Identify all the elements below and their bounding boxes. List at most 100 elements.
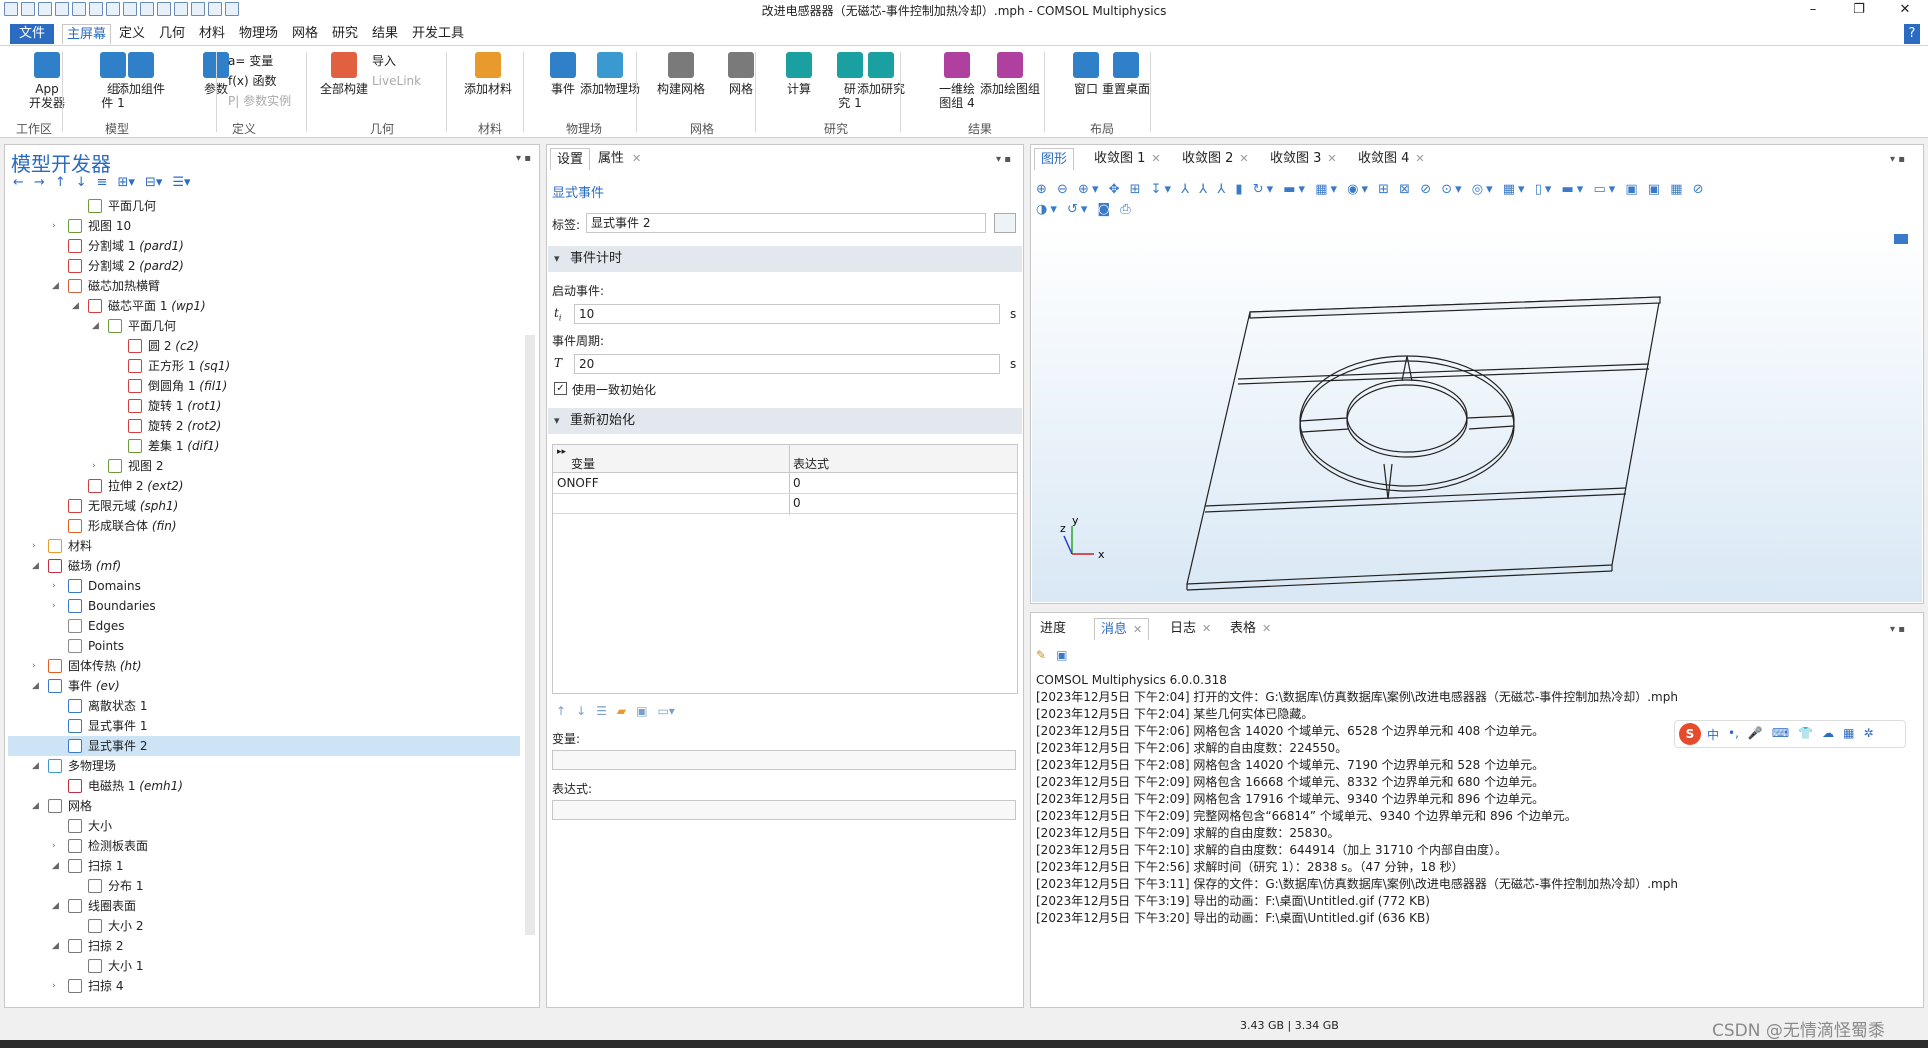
graphics-tab-2[interactable]: 收敛图 2 ✕	[1176, 148, 1255, 170]
tree-node[interactable]: Points	[8, 636, 520, 656]
ime-item[interactable]: ▦	[1843, 726, 1854, 743]
start-event-input[interactable]: 10	[574, 304, 1000, 324]
tree-node[interactable]: › 材料	[8, 536, 520, 556]
graphics-tab-0[interactable]: 图形	[1034, 148, 1075, 170]
tree-node[interactable]: 显式事件 1	[8, 716, 520, 736]
tree-node[interactable]: 旋转 1 (rot1)	[8, 396, 520, 416]
menu-0[interactable]: 主屏幕	[62, 24, 112, 44]
copy-messages-icon[interactable]: ▣	[1056, 648, 1067, 662]
expand-toggle-icon[interactable]: ◢	[52, 276, 62, 296]
forward-arrow-icon[interactable]: →	[34, 175, 45, 190]
tree-node[interactable]: › 视图 10	[8, 216, 520, 236]
tree-node[interactable]: ◢ 磁芯平面 1 (wp1)	[8, 296, 520, 316]
menu-8[interactable]: 开发工具	[408, 24, 468, 44]
expand-toggle-icon[interactable]: ◢	[72, 296, 82, 316]
tree-node[interactable]: › 固体传热 (ht)	[8, 656, 520, 676]
ribbon-button-5[interactable]: 添加材料	[462, 52, 514, 96]
menu-1[interactable]: 定义	[115, 24, 149, 44]
tree-node[interactable]: Edges	[8, 616, 520, 636]
tree-node[interactable]: ◢ 平面几何	[8, 316, 520, 336]
close-tab-icon[interactable]: ✕	[1239, 152, 1248, 165]
graphics-toolbar[interactable]: ⊕ ⊖ ⊕▾ ✥ ⊞ ↧▾ ⅄ ⅄ ⅄ ▮ ↻▾ ▬▾ ▦▾ ◉▾ ⊞ ⊠ ⊘ …	[1036, 180, 1916, 224]
ribbon-small-button-3[interactable]: 导入	[372, 54, 396, 68]
tree-node[interactable]: 正方形 1 (sq1)	[8, 356, 520, 376]
close-window-button[interactable]: ✕	[1882, 0, 1928, 20]
ribbon-button-4[interactable]: 全部构建	[318, 52, 370, 96]
ribbon-button-2[interactable]: 添加组件	[115, 52, 167, 96]
show-icon[interactable]: ☰▾	[172, 175, 190, 190]
ime-item[interactable]: 🎤	[1748, 726, 1763, 743]
move-down-icon[interactable]: ↓	[576, 704, 586, 718]
tree-node[interactable]: 大小	[8, 816, 520, 836]
ribbon-button-16[interactable]: 重置桌面	[1100, 52, 1152, 96]
label-input[interactable]: 显式事件 2	[586, 213, 986, 233]
expand-toggle-icon[interactable]: ›	[52, 596, 62, 616]
ime-item[interactable]: 中	[1707, 726, 1719, 743]
expand-toggle-icon[interactable]: ›	[92, 456, 102, 476]
ribbon-button-0[interactable]: App 开发器	[12, 52, 82, 110]
tree-node[interactable]: 大小 2	[8, 916, 520, 936]
tree-node[interactable]: ◢ 扫掠 2	[8, 936, 520, 956]
file-menu[interactable]: 文件	[10, 24, 54, 44]
menu-5[interactable]: 网格	[288, 24, 322, 44]
tree-node[interactable]: ◢ 磁芯加热横臂	[8, 276, 520, 296]
tree-node[interactable]: 差集 1 (dif1)	[8, 436, 520, 456]
tree-node[interactable]: ◢ 网格	[8, 796, 520, 816]
consistent-init-checkbox[interactable]: ✓	[554, 382, 567, 395]
expand-toggle-icon[interactable]: ◢	[52, 856, 62, 876]
save-file-icon[interactable]: ▣	[636, 704, 647, 718]
expand-toggle-icon[interactable]: ◢	[32, 556, 42, 576]
close-tab-icon[interactable]: ✕	[1262, 622, 1271, 635]
table-cell[interactable]: 0	[793, 476, 801, 490]
down-arrow-icon[interactable]: ↓	[76, 175, 87, 190]
orientation-icon[interactable]	[1894, 234, 1908, 244]
restore-button[interactable]: ❐	[1836, 0, 1882, 20]
menu-7[interactable]: 结果	[368, 24, 402, 44]
ribbon-small-button-1[interactable]: f(x) 函数	[228, 74, 277, 88]
expand-icon[interactable]: ⊞▾	[118, 175, 135, 190]
expand-toggle-icon[interactable]: ›	[32, 536, 42, 556]
ribbon-button-7[interactable]: 添加物理场	[575, 52, 645, 96]
minimize-button[interactable]: –	[1790, 0, 1836, 20]
tree-node[interactable]: 圆 2 (c2)	[8, 336, 520, 356]
messages-tab-1[interactable]: 消息 ✕	[1094, 618, 1150, 640]
ribbon-button-9[interactable]: 网格	[715, 52, 767, 96]
tree-node[interactable]: 大小 1	[8, 956, 520, 976]
tree-node[interactable]: › 扫掠 4	[8, 976, 520, 996]
ime-toolbar[interactable]: S 中 •, 🎤 ⌨ 👕 ☁ ▦ ✲	[1674, 720, 1906, 748]
ime-item[interactable]: ⌨	[1772, 726, 1789, 743]
messages-tab-3[interactable]: 表格 ✕	[1224, 618, 1277, 640]
panel-menu-icon[interactable]: ▾ ▪	[1890, 624, 1905, 635]
close-tab-icon[interactable]: ✕	[632, 152, 641, 165]
ime-logo[interactable]: S	[1679, 723, 1701, 745]
panel-menu-icon[interactable]: ▾ ▪	[996, 154, 1011, 165]
more-icon[interactable]: ▭▾	[657, 704, 674, 718]
close-tab-icon[interactable]: ✕	[1151, 152, 1160, 165]
load-file-icon[interactable]: ▰	[617, 704, 626, 718]
ribbon-button-14[interactable]: 添加绘图组	[975, 52, 1045, 96]
tree-node[interactable]: ◢ 多物理场	[8, 756, 520, 776]
section-event-timing[interactable]: 事件计时	[548, 246, 1022, 272]
tree-node[interactable]: 无限元域 (sph1)	[8, 496, 520, 516]
move-up-icon[interactable]: ↑	[556, 704, 566, 718]
up-arrow-icon[interactable]: ↑	[55, 175, 66, 190]
expand-toggle-icon[interactable]: ◢	[32, 796, 42, 816]
period-input[interactable]: 20	[574, 354, 1000, 374]
expand-toggle-icon[interactable]: ›	[52, 216, 62, 236]
expand-toggle-icon[interactable]: ›	[52, 836, 62, 856]
menu-4[interactable]: 物理场	[235, 24, 282, 44]
expand-toggle-icon[interactable]: ◢	[92, 316, 102, 336]
expand-toggle-icon[interactable]: ◢	[52, 936, 62, 956]
table-toggle-icon[interactable]: ▸▸	[557, 447, 566, 457]
table-cell[interactable]: 0	[793, 496, 801, 510]
expand-toggle-icon[interactable]: ◢	[32, 676, 42, 696]
tree-node[interactable]: 平面几何	[8, 196, 520, 216]
close-tab-icon[interactable]: ✕	[1327, 152, 1336, 165]
graphics-tab-4[interactable]: 收敛图 4 ✕	[1352, 148, 1431, 170]
tree-node[interactable]: 分布 1	[8, 876, 520, 896]
tree-node[interactable]: 电磁热 1 (emh1)	[8, 776, 520, 796]
tree-node[interactable]: 分割域 1 (pard1)	[8, 236, 520, 256]
filter-icon[interactable]: ≡	[97, 175, 108, 190]
back-arrow-icon[interactable]: ←	[13, 175, 24, 190]
ribbon-small-button-4[interactable]: LiveLink	[372, 74, 421, 88]
